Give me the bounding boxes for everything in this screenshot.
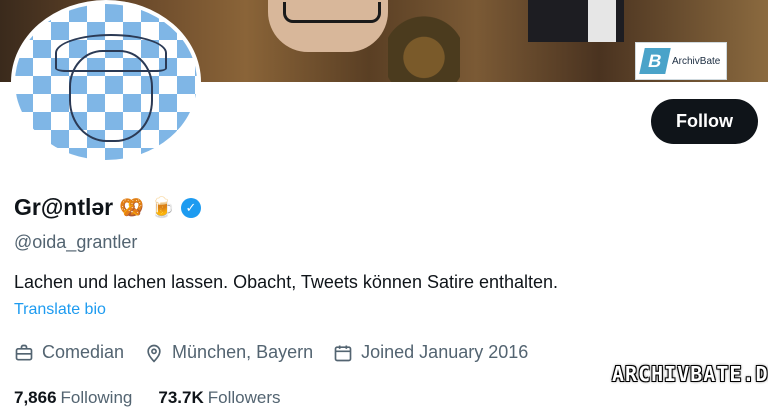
joined-item: Joined January 2016 bbox=[333, 342, 528, 363]
following-count: 7,866 bbox=[14, 388, 57, 407]
follow-counts-row: 7,866 Following 73.7K Followers bbox=[14, 388, 280, 408]
pretzel-emoji: 🥨 bbox=[119, 196, 145, 219]
follow-button[interactable]: Follow bbox=[651, 99, 758, 144]
archivbate-logo: B ArchivBate bbox=[635, 42, 727, 80]
profile-bio: Lachen und lachen lassen. Obacht, Tweets… bbox=[14, 272, 559, 292]
following-link[interactable]: 7,866 Following bbox=[14, 388, 132, 408]
profession-text: Comedian bbox=[42, 342, 125, 362]
banner-plant bbox=[388, 0, 460, 82]
beer-mug-emoji: 🍺 bbox=[150, 196, 175, 219]
profession-item: Comedian bbox=[14, 342, 124, 363]
verified-badge-icon[interactable]: ✓ bbox=[180, 197, 201, 218]
followers-count: 73.7K bbox=[158, 388, 204, 407]
following-label: Following bbox=[60, 388, 133, 407]
joined-text: Joined January 2016 bbox=[361, 342, 529, 362]
location-pin-icon bbox=[147, 344, 161, 362]
avatar-face-drawing bbox=[69, 50, 153, 142]
archivbate-logo-text: ArchivBate bbox=[672, 55, 721, 67]
profile-avatar[interactable] bbox=[11, 0, 201, 164]
location-item: München, Bayern bbox=[144, 342, 313, 363]
briefcase-icon bbox=[15, 344, 33, 360]
followers-link[interactable]: 73.7K Followers bbox=[158, 388, 280, 408]
profile-name-row: Gr@ntlər 🥨 🍺 ✓ bbox=[14, 194, 201, 221]
calendar-icon bbox=[334, 345, 352, 361]
banner-person-shirt bbox=[588, 0, 616, 42]
banner-person-glasses bbox=[283, 2, 381, 23]
archivbate-logo-mark: B bbox=[639, 48, 671, 74]
followers-label: Followers bbox=[207, 388, 281, 407]
display-name: Gr@ntlər bbox=[14, 194, 114, 220]
location-text: München, Bayern bbox=[172, 342, 314, 362]
archivbate-watermark: ARCHIVBATE.DE bbox=[612, 362, 768, 386]
profile-meta-row: Comedian München, Bayern Joined January … bbox=[14, 342, 528, 363]
translate-bio-link[interactable]: Translate bio bbox=[14, 301, 106, 319]
profile-handle: @oida_grantler bbox=[14, 232, 138, 252]
